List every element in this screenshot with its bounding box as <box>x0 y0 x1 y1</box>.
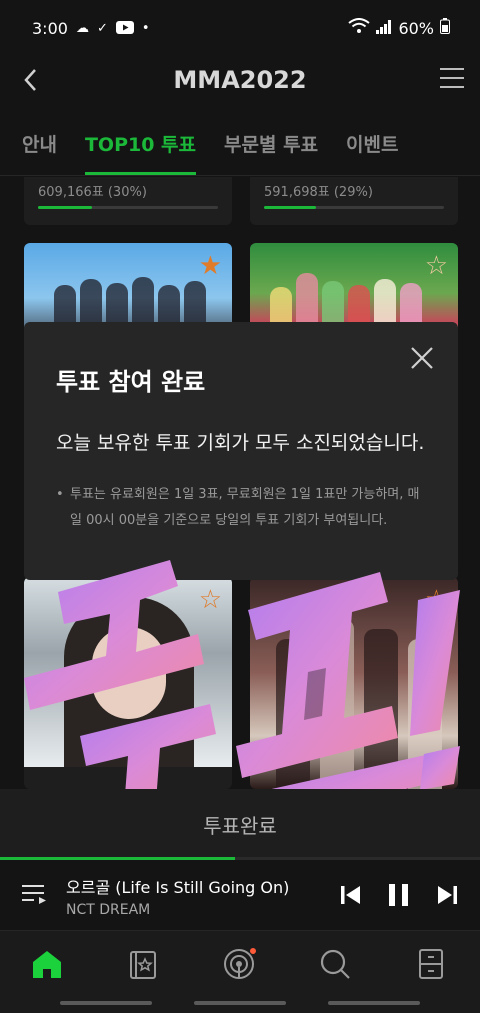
library-icon <box>130 951 156 979</box>
mini-player: 오르골 (Life Is Still Going On) NCT DREAM <box>0 860 480 930</box>
vote-share-bar <box>264 206 444 209</box>
star-icon[interactable]: ☆ <box>425 251 448 281</box>
page-title: MMA2022 <box>173 66 307 94</box>
vote-share-bar <box>38 206 218 209</box>
nav-storage[interactable] <box>414 947 448 981</box>
check-icon: ✓ <box>96 20 108 36</box>
search-icon <box>320 949 350 979</box>
youtube-icon <box>115 19 134 38</box>
track-artist: NCT DREAM <box>66 902 151 918</box>
system-nav-back[interactable] <box>328 1001 420 1005</box>
nav-home[interactable] <box>30 947 64 981</box>
close-icon <box>411 347 433 369</box>
skip-previous-icon <box>341 886 360 904</box>
vote-count: 591,698표 (29%) <box>264 185 373 200</box>
nav-search[interactable] <box>318 947 352 981</box>
menu-button[interactable] <box>440 68 464 90</box>
playlist-button[interactable] <box>20 882 48 906</box>
star-icon[interactable]: ★ <box>199 251 222 281</box>
tab-info[interactable]: 안내 <box>22 112 57 175</box>
nav-library[interactable] <box>126 947 160 981</box>
nav-podcast[interactable] <box>222 947 256 981</box>
status-time: 3:00 <box>32 18 68 38</box>
storage-icon <box>419 949 443 979</box>
wifi-icon <box>348 18 371 38</box>
hamburger-icon <box>440 68 464 70</box>
track-info[interactable]: 오르골 (Life Is Still Going On) NCT DREAM <box>66 874 289 918</box>
tab-top10-vote[interactable]: TOP10 투표 <box>84 112 197 175</box>
previous-button[interactable] <box>338 882 364 908</box>
podcast-icon <box>224 948 256 979</box>
pause-icon <box>389 884 408 906</box>
system-nav-recents[interactable] <box>60 1001 152 1005</box>
tab-bar: 안내 TOP10 투표 부문별 투표 이벤트 <box>0 112 480 176</box>
chevron-left-icon <box>24 69 36 91</box>
playlist-icon <box>22 885 46 904</box>
vote-share-fill <box>38 206 92 209</box>
back-button[interactable] <box>18 66 46 94</box>
home-icon <box>33 951 61 978</box>
dialog-title: 투표 참여 완료 <box>56 368 206 396</box>
battery-icon <box>440 18 450 38</box>
skip-next-icon <box>438 886 457 904</box>
dialog-note: 투표는 유료회원은 1일 3표, 무료회원은 1일 1표만 가능하며, 매일 0… <box>56 482 426 534</box>
weather-icon: ☁ <box>75 20 89 36</box>
battery-percent: 60% <box>398 18 434 38</box>
status-bar: 3:00 ☁ ✓ • 60% <box>0 0 480 56</box>
dialog-message: 오늘 보유한 투표 기회가 모두 소진되었습니다. <box>56 432 425 454</box>
pause-button[interactable] <box>386 882 412 908</box>
vote-done-label: 투표완료 <box>203 813 277 838</box>
system-nav-home[interactable] <box>194 1001 286 1005</box>
vote-done-button[interactable]: 투표완료 <box>0 789 480 859</box>
vote-card[interactable]: 609,166표 (30%) <box>24 177 232 225</box>
tab-category-vote[interactable]: 부문별 투표 <box>224 112 318 175</box>
signal-icon <box>376 19 392 38</box>
vote-card[interactable]: 591,698표 (29%) <box>250 177 458 225</box>
track-title: 오르골 (Life Is Still Going On) <box>66 878 290 897</box>
vote-count: 609,166표 (30%) <box>38 185 147 200</box>
bottom-navigation <box>0 930 480 1013</box>
next-button[interactable] <box>434 882 460 908</box>
vote-share-fill <box>264 206 317 209</box>
dot-icon: • <box>141 20 150 36</box>
close-button[interactable] <box>410 346 434 370</box>
tab-event[interactable]: 이벤트 <box>346 112 398 175</box>
app-header: MMA2022 <box>0 56 480 104</box>
